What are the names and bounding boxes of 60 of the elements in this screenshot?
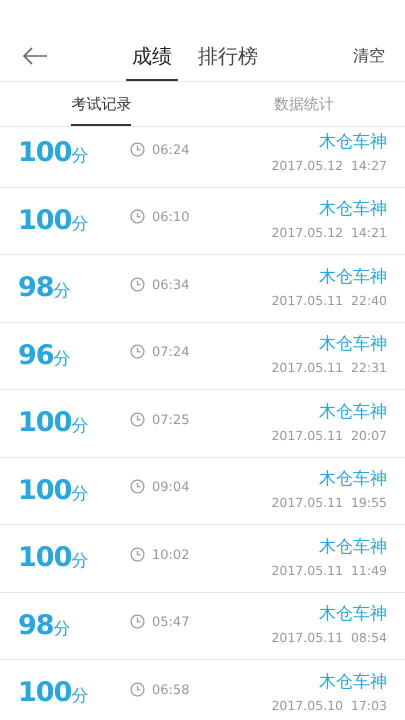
clear-button[interactable]: 清空 [353, 44, 385, 68]
duration: 07:24 [152, 344, 190, 362]
score: 100分 [18, 676, 90, 710]
user-name: 木仓车神 [319, 536, 387, 558]
clock-icon [130, 209, 145, 224]
record-row[interactable]: 100分 09:04 木仓车神 2017.05.11 19:55 [0, 458, 405, 525]
clock-icon [130, 276, 145, 292]
score: 100分 [18, 136, 90, 170]
tab[interactable]: 成绩 [126, 30, 178, 81]
duration: 07:25 [152, 412, 190, 430]
record-row[interactable]: 96分 07:24 木仓车神 2017.05.11 22:31 [0, 322, 405, 390]
score: 96分 [18, 338, 72, 372]
duration: 09:04 [152, 479, 190, 497]
record-row[interactable]: 100分 06:58 木仓车神 2017.05.10 17:03 [0, 660, 405, 720]
user-name: 木仓车神 [319, 603, 387, 626]
record-row[interactable]: 98分 06:34 木仓车神 2017.05.11 22:40 [0, 255, 405, 322]
clock-icon [130, 546, 145, 562]
date-time: 2017.05.11 20:07 [271, 426, 387, 445]
clock-icon [130, 479, 145, 494]
date-time: 2017.05.11 22:31 [271, 359, 387, 378]
score: 98分 [18, 271, 72, 305]
date-time: 2017.05.11 11:49 [271, 562, 387, 580]
tab[interactable]: 排行榜 [192, 30, 264, 81]
duration: 10:02 [152, 546, 190, 564]
clock-icon [130, 344, 145, 360]
duration: 06:34 [152, 276, 190, 294]
score: 100分 [18, 474, 90, 508]
clock-icon [130, 682, 145, 697]
score: 100分 [18, 204, 90, 238]
date-time: 2017.05.10 17:03 [271, 696, 387, 715]
record-row[interactable]: 100分 10:02 木仓车神 2017.05.11 11:49 [0, 525, 405, 592]
user-name: 木仓车神 [319, 400, 387, 423]
record-row[interactable]: 100分 07:25 木仓车神 2017.05.11 20:07 [0, 390, 405, 458]
date-time: 2017.05.12 14:21 [271, 224, 387, 242]
user-name: 木仓车神 [319, 468, 387, 490]
user-name: 木仓车神 [319, 333, 387, 356]
score: 100分 [18, 406, 90, 440]
user-name: 木仓车神 [319, 130, 387, 153]
date-time: 2017.05.11 19:55 [271, 494, 387, 512]
clock-icon [130, 614, 145, 630]
record-row[interactable]: 100分 06:10 木仓车神 2017.05.12 14:21 [0, 188, 405, 255]
user-name: 木仓车神 [319, 266, 387, 288]
duration: 06:58 [152, 682, 190, 700]
back-arrow-icon [22, 46, 48, 64]
duration: 06:24 [152, 142, 190, 160]
date-time: 2017.05.11 08:54 [271, 629, 387, 648]
clock-icon [130, 412, 145, 427]
duration: 05:47 [152, 614, 190, 632]
user-name: 木仓车神 [319, 198, 387, 220]
user-name: 木仓车神 [319, 670, 387, 693]
date-time: 2017.05.11 22:40 [271, 292, 387, 310]
date-time: 2017.05.12 14:27 [271, 156, 387, 175]
score: 100分 [18, 541, 90, 575]
sub-tab[interactable]: 考试记录 [71, 82, 132, 126]
clock-icon [130, 142, 145, 157]
score: 98分 [18, 608, 72, 642]
duration: 06:10 [152, 209, 190, 227]
sub-tab[interactable]: 数据统计 [274, 82, 334, 126]
record-row[interactable]: 100分 06:24 木仓车神 2017.05.12 14:27 [0, 127, 405, 188]
record-row[interactable]: 98分 05:47 木仓车神 2017.05.11 08:54 [0, 592, 405, 660]
